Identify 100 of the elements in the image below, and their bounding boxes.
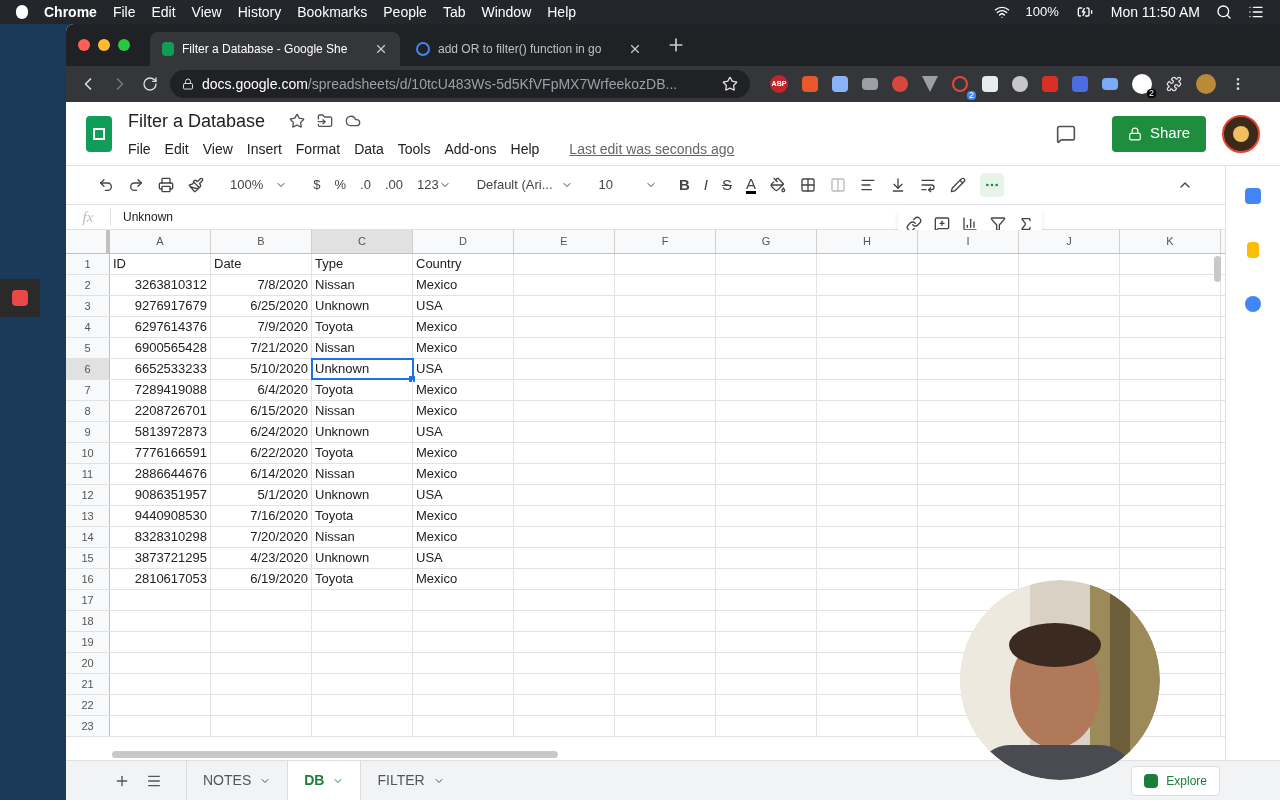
app-name[interactable]: Chrome	[44, 1, 97, 23]
column-header[interactable]: H	[817, 230, 918, 253]
row-header[interactable]: 1	[66, 254, 110, 274]
menu-item[interactable]: Format	[295, 138, 341, 160]
text-color-button[interactable]: A	[746, 176, 757, 194]
column-header[interactable]: G	[716, 230, 817, 253]
list-icon[interactable]	[1248, 4, 1264, 20]
close-icon[interactable]	[374, 42, 388, 56]
increase-decimals-button[interactable]: .00	[384, 175, 403, 195]
sum-icon[interactable]	[1018, 216, 1034, 232]
row-header[interactable]: 19	[66, 632, 110, 652]
sheet-tab[interactable]: FILTER	[360, 761, 461, 800]
row-header[interactable]: 23	[66, 716, 110, 736]
row-header[interactable]: 22	[66, 695, 110, 715]
text-rotation-icon[interactable]	[950, 177, 967, 193]
font-size-dropdown[interactable]: 10	[598, 175, 657, 195]
menu-item[interactable]: Insert	[246, 138, 282, 160]
menu-item[interactable]: Add-ons	[444, 138, 497, 160]
menu-item[interactable]: View	[191, 1, 222, 23]
decrease-decimals-button[interactable]: .0	[360, 175, 371, 195]
row-header[interactable]: 6	[66, 359, 110, 379]
currency-button[interactable]: $	[313, 175, 321, 195]
menu-item[interactable]: Tab	[442, 1, 466, 23]
menu-item[interactable]: Edit	[151, 1, 176, 23]
account-avatar[interactable]	[1222, 114, 1260, 153]
row-header[interactable]: 20	[66, 653, 110, 673]
column-header[interactable]: K	[1120, 230, 1221, 253]
text-wrap-icon[interactable]	[920, 177, 937, 193]
maximize-window-icon[interactable]	[118, 39, 130, 51]
row-header[interactable]: 8	[66, 401, 110, 421]
print-icon[interactable]	[158, 177, 174, 193]
address-bar[interactable]: docs.google.com/spreadsheets/d/10tcU483Ws-5d5KfVFpMX7WrfeekozDB...	[170, 70, 750, 98]
undo-icon[interactable]	[98, 177, 114, 193]
font-dropdown[interactable]: Default (Ari...	[476, 175, 573, 195]
chart-icon[interactable]	[962, 216, 978, 232]
row-header[interactable]: 10	[66, 443, 110, 463]
horizontal-scrollbar[interactable]	[112, 751, 558, 758]
row-header[interactable]: 12	[66, 485, 110, 505]
close-window-icon[interactable]	[78, 39, 90, 51]
row-header[interactable]: 5	[66, 338, 110, 358]
strikethrough-button[interactable]: S	[722, 173, 733, 197]
sheets-logo[interactable]	[86, 115, 112, 152]
borders-icon[interactable]	[800, 177, 817, 193]
merge-cells-icon[interactable]	[830, 177, 847, 193]
row-header[interactable]: 4	[66, 317, 110, 337]
align-icon[interactable]	[860, 177, 877, 193]
app-icon[interactable]	[0, 279, 40, 317]
bold-button[interactable]: B	[679, 173, 690, 197]
menu-item[interactable]: File	[128, 138, 151, 160]
menu-item[interactable]: Tools	[397, 138, 431, 160]
row-header[interactable]: 15	[66, 548, 110, 568]
italic-button[interactable]: I	[703, 173, 708, 197]
row-header[interactable]: 21	[66, 674, 110, 694]
menu-item[interactable]: People	[383, 1, 427, 23]
column-header[interactable]: D	[413, 230, 514, 253]
close-icon[interactable]	[628, 42, 642, 56]
search-icon[interactable]	[1216, 4, 1232, 20]
reload-icon[interactable]	[142, 76, 158, 92]
menu-item[interactable]: History	[237, 1, 282, 23]
menu-item[interactable]: Help	[510, 138, 540, 160]
extension-icon[interactable]	[1012, 76, 1028, 92]
number-format-dropdown[interactable]: 123	[416, 175, 451, 195]
percent-button[interactable]: %	[334, 175, 347, 195]
wifi-icon[interactable]	[993, 4, 1010, 20]
comments-icon[interactable]	[1055, 123, 1076, 144]
menu-item[interactable]: File	[112, 1, 136, 23]
row-header[interactable]: 13	[66, 506, 110, 526]
row-header[interactable]: 9	[66, 422, 110, 442]
column-header[interactable]: I	[918, 230, 1019, 253]
minimize-window-icon[interactable]	[98, 39, 110, 51]
paint-format-icon[interactable]	[188, 177, 204, 193]
browser-tab[interactable]: Filter a Database - Google She	[150, 32, 400, 66]
browser-tab[interactable]: add OR to filter() function in go	[404, 32, 654, 66]
row-header[interactable]: 14	[66, 527, 110, 547]
fill-color-icon[interactable]	[770, 177, 787, 193]
row-header[interactable]: 11	[66, 464, 110, 484]
puzzle-icon[interactable]	[1166, 76, 1182, 92]
column-header[interactable]: F	[615, 230, 716, 253]
row-header[interactable]: 2	[66, 275, 110, 295]
row-header[interactable]: 7	[66, 380, 110, 400]
calendar-icon[interactable]	[1245, 188, 1261, 204]
column-header[interactable]: J	[1019, 230, 1120, 253]
menu-item[interactable]: Help	[547, 1, 577, 23]
row-header[interactable]: 17	[66, 590, 110, 610]
redo-icon[interactable]	[128, 177, 144, 193]
cloud-icon[interactable]	[345, 113, 362, 129]
row-header[interactable]: 16	[66, 569, 110, 589]
menu-item[interactable]: Data	[354, 138, 384, 160]
move-folder-icon[interactable]	[317, 113, 334, 129]
row-header[interactable]: 3	[66, 296, 110, 316]
share-button[interactable]: Share	[1111, 115, 1206, 152]
zoom-dropdown[interactable]: 100%	[230, 175, 288, 195]
column-header[interactable]: C	[312, 230, 413, 253]
profile-avatar[interactable]	[1196, 74, 1216, 94]
fill-handle[interactable]	[409, 376, 415, 382]
filter-icon[interactable]	[990, 216, 1006, 232]
column-header[interactable]: A	[110, 230, 211, 253]
row-header[interactable]: 18	[66, 611, 110, 631]
document-title[interactable]: Filter a Database	[128, 107, 266, 135]
menu-item[interactable]: Window	[481, 1, 532, 23]
